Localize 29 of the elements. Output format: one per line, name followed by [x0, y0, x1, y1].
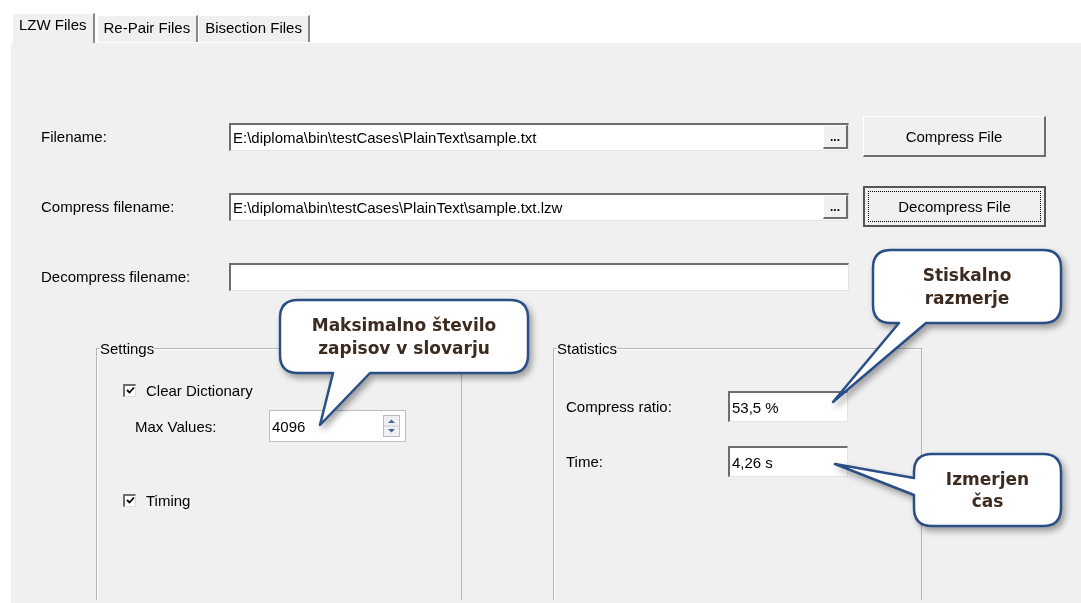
- callout-text: Izmerjen čas: [944, 467, 1031, 513]
- field-label: Compress filename:: [41, 198, 176, 215]
- field-label: Compress ratio:: [566, 398, 673, 415]
- group-title: Statistics: [557, 340, 617, 357]
- tab[interactable]: Bisection Files: [198, 15, 310, 42]
- browse-button[interactable]: ...: [823, 195, 848, 219]
- spin-arrows-icon[interactable]: [383, 415, 400, 437]
- action-button[interactable]: Compress File: [863, 116, 1046, 157]
- field-label: Max Values:: [135, 417, 218, 435]
- field-label: Time:: [566, 453, 604, 470]
- field-label: Decompress filename:: [41, 268, 192, 285]
- tab[interactable]: Re-Pair Files: [96, 15, 199, 42]
- group-title: Settings: [100, 340, 155, 357]
- text-field[interactable]: E:\diploma\bin\testCases\PlainText\sample.txt ...: [229, 122, 849, 151]
- checkbox[interactable]: [123, 493, 136, 507]
- text-field[interactable]: E:\diploma\bin\testCases\PlainText\sample.txt.lzw ...: [229, 192, 849, 221]
- action-button[interactable]: Decompress File: [863, 186, 1046, 227]
- checkbox-label: Clear Dictionary: [146, 381, 253, 399]
- readout-field: 4,26 s: [728, 446, 848, 477]
- callout-text: Stiskalno razmerje: [921, 264, 1013, 309]
- tab[interactable]: LZW Files: [12, 13, 95, 43]
- text-field[interactable]: [229, 262, 849, 291]
- readout-field: 53,5 %: [728, 391, 848, 422]
- number-field[interactable]: 4096: [269, 410, 406, 442]
- field-label: Filename:: [41, 128, 108, 145]
- browse-button[interactable]: ...: [823, 125, 848, 149]
- checkbox-label: Timing: [146, 491, 191, 509]
- checkbox[interactable]: [123, 383, 136, 397]
- callout-text: Maksimalno število zapisov v slovarju: [310, 314, 498, 359]
